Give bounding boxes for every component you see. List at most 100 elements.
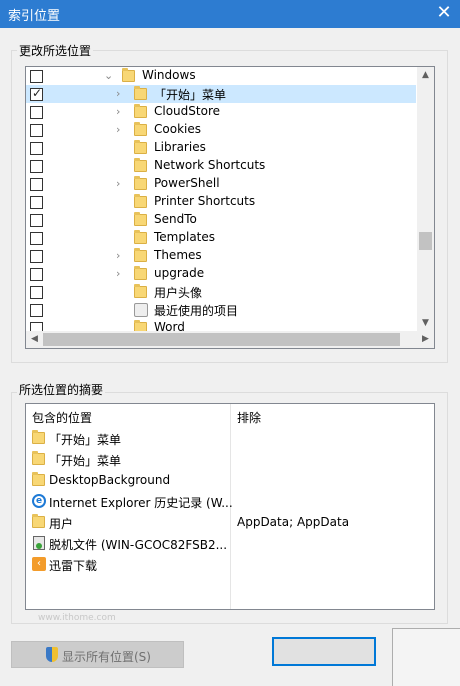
- ok-button[interactable]: [272, 637, 376, 666]
- summary-location-label: 「开始」菜单: [49, 454, 122, 468]
- tree-item[interactable]: › upgrade: [26, 265, 416, 283]
- checkbox[interactable]: [30, 124, 43, 137]
- tree-item[interactable]: SendTo: [26, 211, 416, 229]
- folder-icon: [32, 514, 45, 528]
- summary-row[interactable]: 「开始」菜单: [26, 428, 434, 449]
- tree-item-label: Network Shortcuts: [154, 158, 266, 172]
- folder-icon: [134, 176, 147, 190]
- folder-icon: [134, 158, 147, 172]
- tree-item[interactable]: 用户头像: [26, 283, 416, 301]
- tree-item[interactable]: › Themes: [26, 247, 416, 265]
- tree-item[interactable]: ✓ › 「开始」菜单: [26, 85, 416, 103]
- tree-item[interactable]: › CloudStore: [26, 103, 416, 121]
- checkmark-icon: ✓: [32, 86, 43, 100]
- summary-location-label: DesktopBackground: [49, 473, 171, 487]
- included-locations-header[interactable]: 包含的位置: [32, 409, 92, 426]
- tree-item[interactable]: Libraries: [26, 139, 416, 157]
- tree-item[interactable]: ⌄ Windows: [26, 67, 416, 85]
- checkbox[interactable]: [30, 286, 43, 299]
- show-all-locations-label: 显示所有位置(S): [62, 650, 151, 664]
- folder-icon: [134, 104, 147, 118]
- folder-icon: [32, 451, 45, 465]
- folder-icon: [134, 86, 147, 100]
- expand-chevron-icon[interactable]: ›: [116, 87, 126, 101]
- checkbox[interactable]: [30, 232, 43, 245]
- tree-item[interactable]: › PowerShell: [26, 175, 416, 193]
- window-title: 索引位置: [8, 9, 61, 24]
- summary-row[interactable]: 脱机文件 (WIN-GCOC82FSB2...: [26, 533, 434, 554]
- change-locations-label: 更改所选位置: [17, 42, 94, 59]
- summary-icon-wrap: [32, 430, 46, 445]
- summary-icon-wrap: [32, 514, 46, 529]
- scroll-down-arrow-icon[interactable]: ▼: [417, 315, 434, 332]
- recent-items-icon: [134, 303, 148, 317]
- folder-tree[interactable]: ⌄ Windows ✓ › 「开始」菜单 › CloudStore › Cookies Libra…: [25, 66, 435, 349]
- summary-icon-wrap: [32, 536, 46, 550]
- vertical-scroll-thumb[interactable]: [419, 232, 432, 250]
- checkbox[interactable]: [30, 142, 43, 155]
- show-all-locations-button[interactable]: 显示所有位置(S): [11, 641, 184, 668]
- summary-row[interactable]: ‹ 迅雷下载: [26, 554, 434, 575]
- summary-label: 所选位置的摘要: [17, 381, 106, 398]
- summary-icon-wrap: [32, 451, 46, 466]
- summary-row[interactable]: 「开始」菜单: [26, 449, 434, 470]
- close-icon[interactable]: ✕: [428, 0, 460, 28]
- summary-exclude-label: AppData; AppData: [237, 515, 350, 529]
- folder-icon: [134, 248, 147, 262]
- tree-horizontal-scrollbar[interactable]: ◀ ▶: [26, 331, 434, 348]
- tree-item-label: 「开始」菜单: [154, 88, 227, 102]
- summary-row[interactable]: e Internet Explorer 历史记录 (W...: [26, 491, 434, 512]
- checkbox[interactable]: [30, 178, 43, 191]
- exclude-header[interactable]: 排除: [237, 409, 261, 426]
- cancel-button[interactable]: [392, 628, 460, 686]
- tree-item[interactable]: Templates: [26, 229, 416, 247]
- scroll-right-arrow-icon[interactable]: ▶: [417, 331, 434, 348]
- checkbox[interactable]: [30, 106, 43, 119]
- summary-location-label: 脱机文件 (WIN-GCOC82FSB2...: [49, 538, 228, 552]
- summary-row[interactable]: 用户 AppData; AppData: [26, 512, 434, 533]
- horizontal-scroll-thumb[interactable]: [43, 333, 400, 346]
- expand-chevron-icon[interactable]: ›: [116, 123, 126, 137]
- checkbox[interactable]: [30, 214, 43, 227]
- tree-item-label: Libraries: [154, 140, 206, 154]
- folder-icon: [134, 230, 147, 244]
- checkbox[interactable]: [30, 70, 43, 83]
- folder-icon: [32, 472, 45, 486]
- summary-location-label: 用户: [49, 517, 74, 531]
- tree-item[interactable]: › Cookies: [26, 121, 416, 139]
- summary-icon-wrap: e: [32, 494, 46, 508]
- tree-vertical-scrollbar[interactable]: ▲ ▼: [417, 67, 434, 332]
- checkbox[interactable]: [30, 160, 43, 173]
- checkbox[interactable]: [30, 268, 43, 281]
- folder-icon: [134, 284, 147, 298]
- folder-icon: [134, 194, 147, 208]
- tree-item-label: Printer Shortcuts: [154, 194, 256, 208]
- tree-item-label: Themes: [154, 248, 202, 262]
- expand-chevron-icon[interactable]: ›: [116, 249, 126, 263]
- tree-item-label: CloudStore: [154, 104, 220, 118]
- tree-item[interactable]: Network Shortcuts: [26, 157, 416, 175]
- xunlei-icon: ‹: [32, 557, 46, 571]
- checkbox[interactable]: ✓: [30, 86, 43, 101]
- expand-chevron-icon[interactable]: ›: [116, 177, 126, 191]
- summary-icon-wrap: [32, 472, 46, 487]
- folder-icon: [134, 122, 147, 136]
- folder-icon: [134, 212, 147, 226]
- folder-icon: [134, 140, 147, 154]
- scroll-left-arrow-icon[interactable]: ◀: [26, 331, 43, 348]
- expand-chevron-icon[interactable]: ›: [116, 105, 126, 119]
- tree-item-label: Templates: [154, 230, 216, 244]
- expand-chevron-icon[interactable]: ›: [116, 267, 126, 281]
- scroll-up-arrow-icon[interactable]: ▲: [417, 67, 434, 84]
- offline-files-icon: [33, 536, 45, 550]
- collapse-chevron-icon[interactable]: ⌄: [104, 69, 114, 83]
- checkbox[interactable]: [30, 196, 43, 209]
- tree-item-label: Windows: [142, 68, 196, 82]
- summary-icon-wrap: ‹: [32, 557, 46, 571]
- tree-item[interactable]: Printer Shortcuts: [26, 193, 416, 211]
- tree-item[interactable]: 最近使用的项目: [26, 301, 416, 319]
- tree-item-label: 最近使用的项目: [154, 304, 239, 318]
- summary-row[interactable]: DesktopBackground: [26, 470, 434, 491]
- checkbox[interactable]: [30, 304, 43, 317]
- checkbox[interactable]: [30, 250, 43, 263]
